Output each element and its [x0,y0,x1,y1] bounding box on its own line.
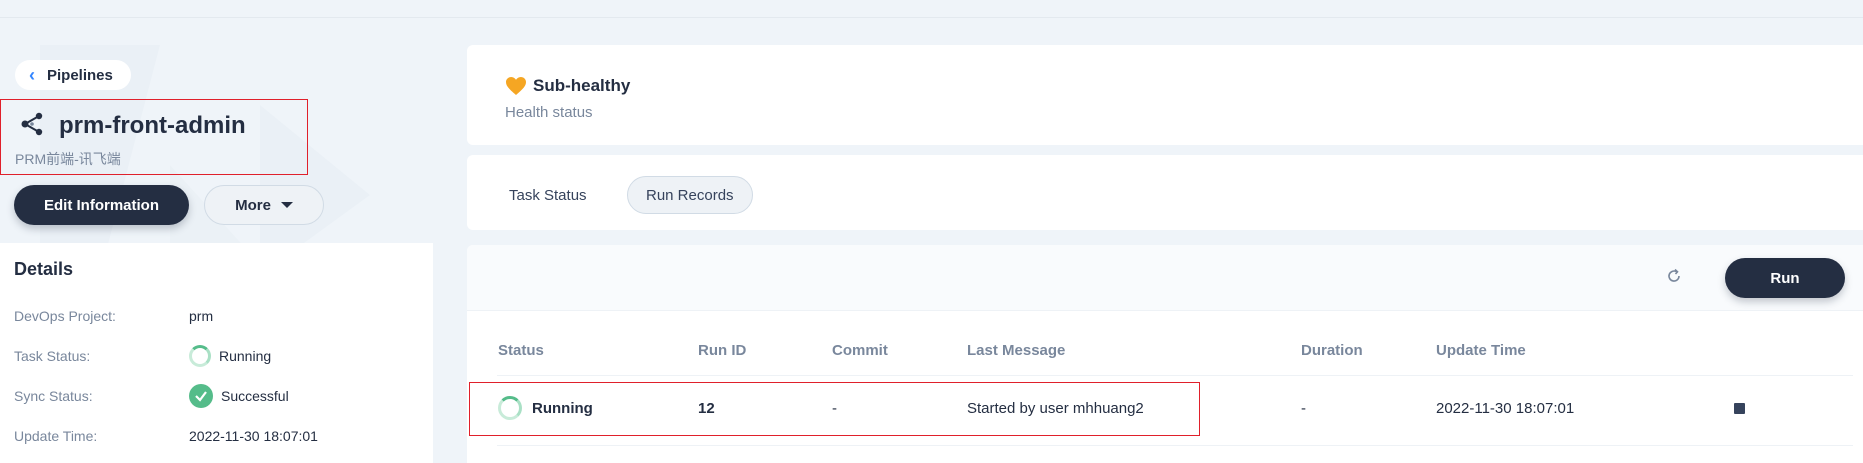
edit-information-button[interactable]: Edit Information [14,185,189,225]
column-header-duration: Duration [1301,342,1363,359]
header-divider [497,375,1853,376]
health-subtitle: Health status [505,104,593,121]
row-highlight-box [469,382,1200,436]
tab-task-status[interactable]: Task Status [491,176,605,214]
stop-icon[interactable] [1734,403,1745,414]
detail-row-sync-status: Sync Status: Successful [14,384,289,408]
pipeline-icon [21,112,43,136]
detail-label: Update Time: [14,428,98,444]
details-title: Details [14,259,74,279]
detail-row-task-status: Task Status: Running [14,345,271,367]
details-panel: Details DevOps Project: prm Task Status:… [0,243,433,463]
column-header-update-time: Update Time [1436,342,1526,359]
detail-row-devops-project: DevOps Project: prm [14,305,213,327]
more-label: More [235,196,271,214]
table-toolbar: Run [467,245,1863,311]
back-to-pipelines-button[interactable]: ‹ Pipelines [15,60,131,90]
run-button[interactable]: Run [1725,258,1845,298]
detail-label: Task Status: [14,348,91,364]
tab-run-records[interactable]: Run Records [627,176,753,214]
row-duration: - [1301,400,1306,417]
column-header-run-id: Run ID [698,342,747,359]
pipeline-header: prm-front-admin PRM前端-讯飞端 [0,99,308,175]
detail-value: Running [219,348,272,364]
detail-value: 2022-11-30 18:07:01 [189,428,318,444]
run-records-panel: Run Status Run ID Commit Last Message Du… [467,245,1863,463]
more-button[interactable]: More [204,185,324,225]
success-check-icon [189,384,213,408]
caret-down-icon [280,202,293,208]
detail-row-update-time: Update Time: 2022-11-30 18:07:01 [14,425,318,447]
detail-label: Sync Status: [14,388,93,404]
top-bar [0,0,1863,18]
pipeline-description: PRM前端-讯飞端 [15,151,121,167]
sidebar: ‹ Pipelines prm-front-admin PRM前端-讯飞端 Ed… [0,45,433,463]
chevron-left-icon: ‹ [29,65,35,85]
running-spinner-icon [189,345,211,367]
health-card: Sub-healthy Health status [467,45,1863,145]
column-header-commit: Commit [832,342,888,359]
tabs-card: Task Status Run Records [467,155,1863,230]
column-header-status: Status [498,342,544,359]
row-update-time: 2022-11-30 18:07:01 [1436,400,1575,417]
heart-icon [506,77,526,95]
health-status: Sub-healthy [533,76,631,95]
detail-value: prm [189,308,214,324]
refresh-icon[interactable] [1665,267,1683,285]
pipeline-name: prm-front-admin [59,112,246,139]
row-divider [497,445,1853,446]
column-header-last-message: Last Message [967,342,1066,359]
back-label: Pipelines [47,66,113,84]
detail-label: DevOps Project: [14,308,116,324]
detail-value: Successful [221,388,289,404]
